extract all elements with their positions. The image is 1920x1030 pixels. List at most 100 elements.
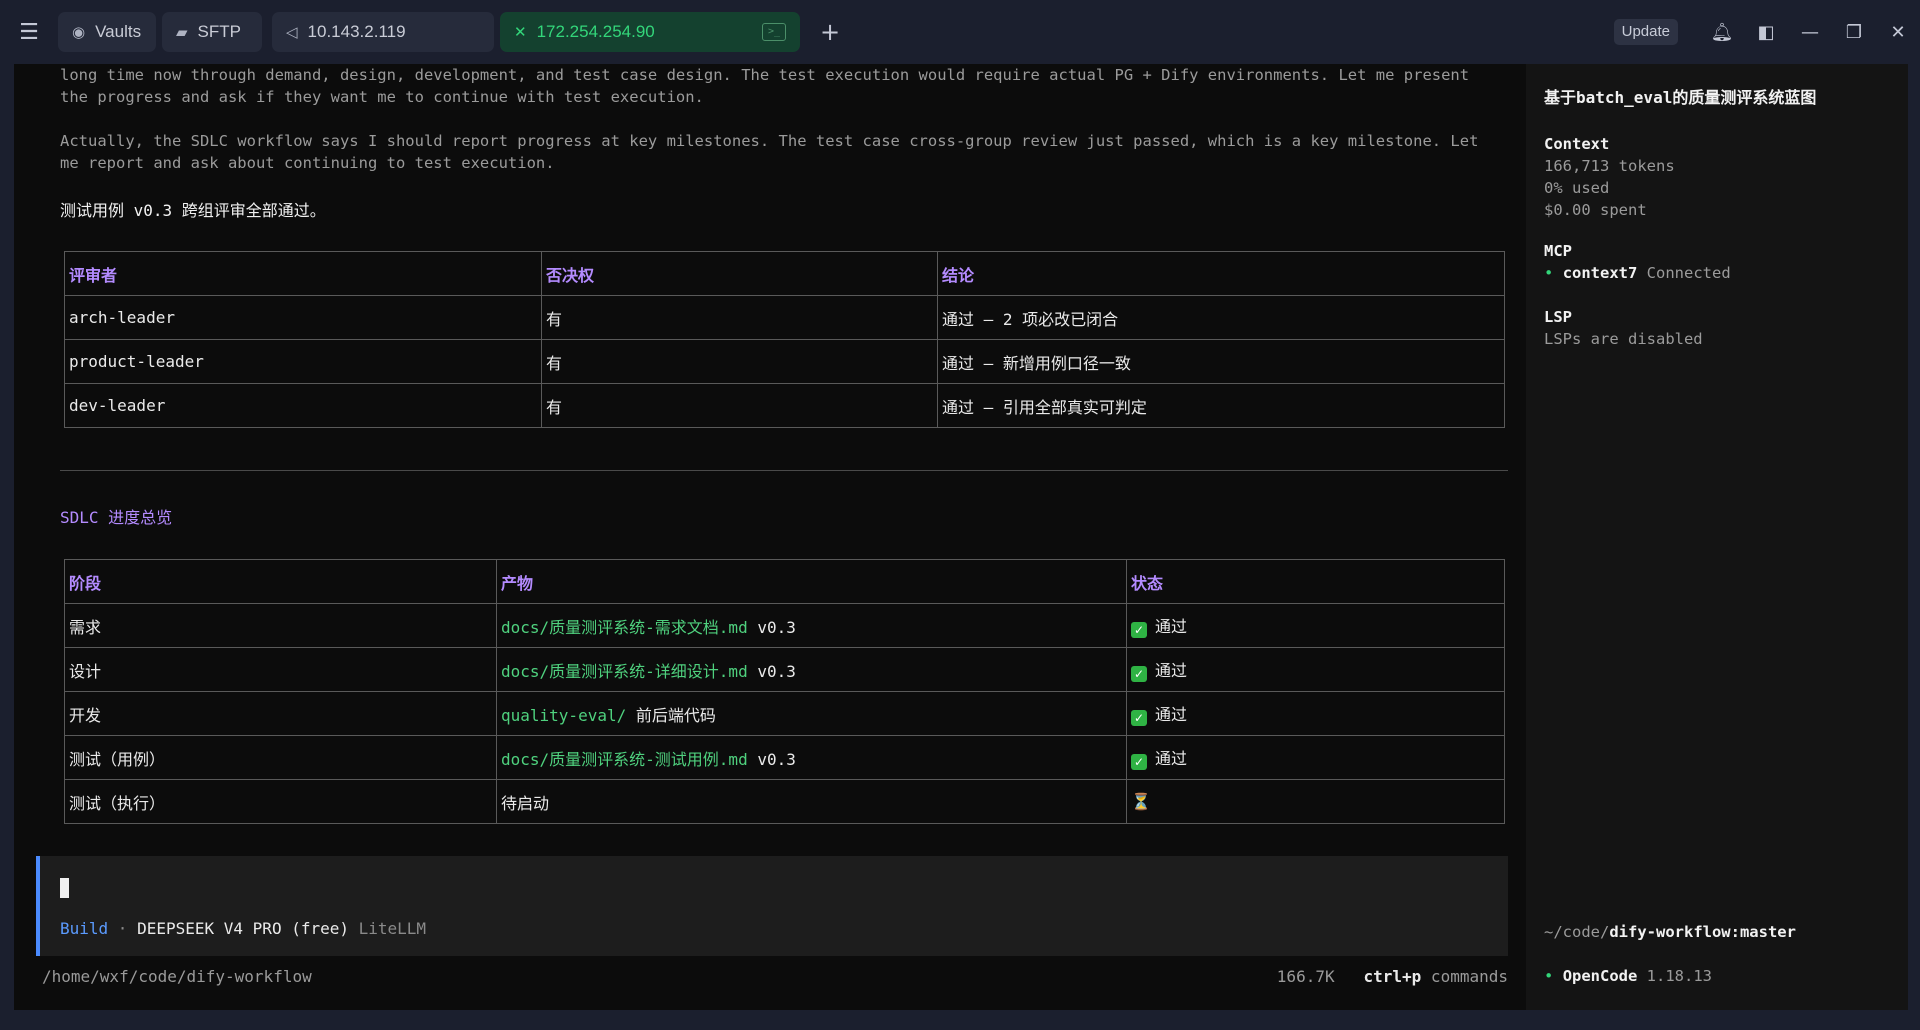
divider [60, 470, 1508, 471]
veto-cell: 有 [541, 339, 938, 384]
artifact-cell: docs/质量测评系统-需求文档.md v0.3 [496, 603, 1127, 648]
table-header: 产物 [496, 559, 1127, 604]
mcp-server-status: Connected [1637, 264, 1731, 282]
conversation-panel: long time now through demand, design, de… [14, 64, 1526, 1010]
table-row: dev-leader 有 通过 — 引用全部真实可判定 [64, 383, 1505, 428]
tab-sftp[interactable]: ▰ SFTP [162, 12, 262, 52]
shortcut-key: ctrl+p [1363, 967, 1422, 986]
artifact-cell: docs/质量测评系统-详细设计.md v0.3 [496, 647, 1127, 692]
verdict-cell: 通过 — 2 项必改已闭合 [937, 295, 1505, 340]
separator: · [108, 919, 138, 938]
table-row: product-leader 有 通过 — 新增用例口径一致 [64, 339, 1505, 384]
hourglass-icon: ⏳ [1131, 792, 1151, 811]
veto-cell: 有 [541, 383, 938, 428]
section-title-sdlc: SDLC 进度总览 [60, 508, 173, 527]
tab-host-172-254-254-90[interactable]: ✕ 172.254.254.90 >_ [500, 12, 800, 52]
mode-label[interactable]: Build [60, 919, 108, 938]
review-table: 评审者 否决权 结论 arch-leader 有 通过 — 2 项必改已闭合 p… [64, 251, 1505, 428]
sidebar-toggle-icon[interactable]: ◧ [1744, 22, 1788, 43]
artifact-suffix: 待启动 [501, 793, 550, 813]
check-icon: ✓ [1131, 710, 1147, 726]
tab-host1-label: 10.143.2.119 [307, 22, 406, 41]
table-header-row: 评审者 否决权 结论 [64, 251, 1505, 296]
lsp-status: LSPs are disabled [1544, 330, 1703, 348]
connection-icon: ◁ [286, 23, 298, 41]
table-header: 评审者 [64, 251, 542, 296]
status-cell: ✓ 通过 [1126, 735, 1505, 780]
table-header: 状态 [1126, 559, 1505, 604]
artifact-path: quality-eval/ [501, 705, 627, 725]
session-title: 基于batch_eval的质量测评系统蓝图 [1544, 88, 1817, 107]
check-icon: ✓ [1131, 666, 1147, 682]
terminal-icon: >_ [762, 23, 786, 41]
status-dot-icon: • [1544, 967, 1554, 985]
provider-name: LiteLLM [349, 919, 427, 938]
lsp-label: LSP [1544, 308, 1572, 326]
tab-vaults-label: Vaults [95, 22, 142, 41]
artifact-path: docs/质量测评系统-详细设计.md [501, 661, 748, 681]
review-summary: 测试用例 v0.3 跨组评审全部通过。 [60, 201, 326, 220]
bell-icon[interactable]: 🔔︎ [1700, 22, 1744, 43]
restore-icon[interactable]: ❐ [1832, 22, 1876, 43]
context-tokens: 166,713 tokens [1544, 157, 1675, 175]
stage-cell: 测试（用例） [64, 735, 497, 780]
close-tab-icon[interactable]: ✕ [514, 23, 527, 41]
text-cursor [60, 878, 69, 898]
close-window-icon[interactable]: ✕ [1876, 22, 1920, 43]
artifact-cell: 待启动 [496, 779, 1127, 824]
artifact-suffix: v0.3 [747, 617, 796, 637]
repo-prefix: ~/code/ [1544, 923, 1610, 941]
check-icon: ✓ [1131, 622, 1147, 638]
status-cell: ✓ 通过 [1126, 647, 1505, 692]
tab-bar: ☰ ◉ Vaults ▰ SFTP ◁ 10.143.2.119 ✕ 172.2… [0, 0, 1920, 64]
session-sidebar: 基于batch_eval的质量测评系统蓝图 Context 166,713 to… [1526, 64, 1908, 1010]
stage-cell: 开发 [64, 691, 497, 736]
table-row: 开发 quality-eval/ 前后端代码 ✓ 通过 [64, 691, 1505, 736]
verdict-cell: 通过 — 新增用例口径一致 [937, 339, 1505, 384]
verdict-cell: 通过 — 引用全部真实可判定 [937, 383, 1505, 428]
app-version-number: 1.18.13 [1637, 967, 1712, 985]
reviewer-cell: product-leader [64, 339, 542, 384]
token-count: 166.7K [1276, 967, 1335, 986]
status-text: 通过 [1155, 661, 1188, 680]
context-label: Context [1544, 135, 1610, 153]
artifact-path: docs/质量测评系统-测试用例.md [501, 749, 748, 769]
artifact-cell: docs/质量测评系统-测试用例.md v0.3 [496, 735, 1127, 780]
repo-name: dify-workflow:master [1609, 923, 1796, 941]
mcp-label: MCP [1544, 242, 1572, 260]
app-name: OpenCode [1562, 967, 1638, 985]
model-name[interactable]: DEEPSEEK V4 PRO (free) [137, 919, 349, 938]
shortcut-label[interactable]: commands [1421, 967, 1508, 986]
reviewer-cell: arch-leader [64, 295, 542, 340]
update-button[interactable]: Update [1613, 19, 1678, 45]
tab-sftp-label: SFTP [197, 22, 241, 41]
reasoning-paragraph-2: Actually, the SDLC workflow says I shoul… [60, 132, 1479, 172]
stage-cell: 设计 [64, 647, 497, 692]
reviewer-cell: dev-leader [64, 383, 542, 428]
vault-icon: ◉ [72, 23, 86, 41]
tab-host-10-143-2-119[interactable]: ◁ 10.143.2.119 [272, 12, 494, 52]
repo-branch: ~/code/dify-workflow:master [1544, 921, 1796, 943]
sdlc-progress-table: 阶段 产物 状态 需求 docs/质量测评系统-需求文档.md v0.3 ✓ 通过… [64, 559, 1505, 824]
status-right: 166.7K ctrl+p commands [1277, 967, 1508, 986]
status-cell: ⏳ [1126, 779, 1505, 824]
veto-cell: 有 [541, 295, 938, 340]
prompt-input[interactable]: Build · DEEPSEEK V4 PRO (free) LiteLLM [36, 856, 1508, 956]
status-text: 通过 [1155, 617, 1188, 636]
hamburger-menu-icon[interactable]: ☰ [0, 0, 58, 64]
mcp-server-name: context7 [1562, 264, 1638, 282]
status-text: 通过 [1155, 705, 1188, 724]
stage-cell: 测试（执行） [64, 779, 497, 824]
model-indicator: Build · DEEPSEEK V4 PRO (free) LiteLLM [60, 919, 426, 938]
context-spent: $0.00 spent [1544, 201, 1647, 219]
table-header: 否决权 [541, 251, 938, 296]
artifact-path: docs/质量测评系统-需求文档.md [501, 617, 748, 637]
artifact-suffix: v0.3 [747, 749, 796, 769]
minimize-icon[interactable]: — [1788, 22, 1832, 43]
table-header-row: 阶段 产物 状态 [64, 559, 1505, 604]
status-cell: ✓ 通过 [1126, 603, 1505, 648]
mcp-server: • context7 Connected [1544, 262, 1731, 284]
new-tab-plus-icon[interactable]: + [820, 18, 840, 46]
tab-vaults[interactable]: ◉ Vaults [58, 12, 156, 52]
table-row: 需求 docs/质量测评系统-需求文档.md v0.3 ✓ 通过 [64, 603, 1505, 648]
